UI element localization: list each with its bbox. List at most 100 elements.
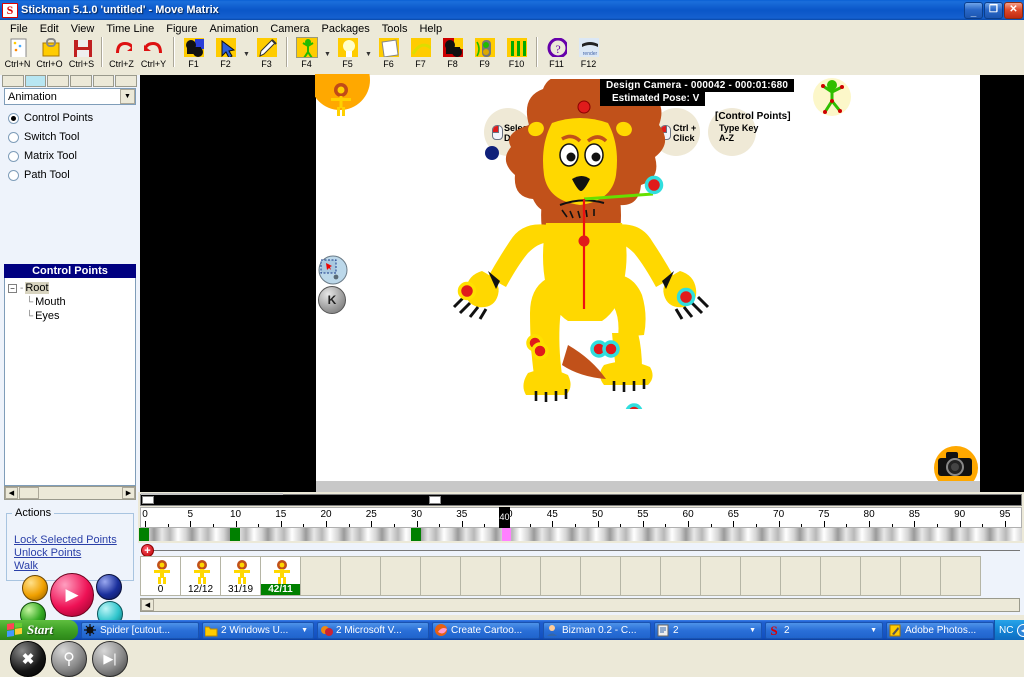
- chevron-down-icon[interactable]: ▼: [298, 627, 311, 634]
- keyframe-cell[interactable]: [620, 556, 661, 596]
- toolbar-button-f3[interactable]: F3: [251, 37, 282, 73]
- toolbar-button-ctrl-n[interactable]: Ctrl+N: [2, 37, 33, 73]
- toolbar-button-f7[interactable]: F7: [405, 37, 436, 73]
- keyframe-cell[interactable]: [700, 556, 741, 596]
- play-button[interactable]: ▶: [50, 573, 94, 617]
- camera-widget-icon[interactable]: [924, 442, 984, 482]
- timeline-keyframe-marker[interactable]: [139, 528, 149, 541]
- toolbar-button-f5[interactable]: F5: [332, 37, 363, 73]
- tool-option-switch-tool[interactable]: Switch Tool: [8, 131, 79, 143]
- zoom-blue-button[interactable]: [96, 574, 122, 600]
- taskbar-item-4[interactable]: Bizman 0.2 - C...: [543, 621, 651, 639]
- tree-node-root[interactable]: − - Root: [8, 281, 135, 295]
- timeline-scrollbar[interactable]: [140, 493, 1022, 506]
- radio-icon[interactable]: [8, 131, 19, 143]
- toolbar-button-ctrl-y[interactable]: Ctrl+Y: [138, 37, 169, 73]
- lion-character[interactable]: [436, 79, 726, 409]
- control-points-tree[interactable]: − - Root └ Mouth └ Eyes: [4, 278, 136, 486]
- canvas-horizontal-scrollbar[interactable]: [316, 481, 980, 492]
- panel-tab-6[interactable]: [115, 75, 138, 87]
- taskbar-item-5[interactable]: 2 ▼: [654, 621, 762, 639]
- menu-item-edit[interactable]: Edit: [34, 21, 65, 37]
- tree-horizontal-scrollbar[interactable]: ◀ ▶: [4, 486, 136, 500]
- toolbar-button-f12[interactable]: render F12: [573, 37, 604, 73]
- keyframe-cell[interactable]: 42/11: [260, 556, 301, 596]
- menu-item-time-line[interactable]: Time Line: [100, 21, 160, 37]
- panel-tab-3[interactable]: [47, 75, 70, 87]
- step-forward-button[interactable]: ▶|: [92, 641, 128, 677]
- chevron-down-icon[interactable]: ▼: [867, 627, 880, 634]
- taskbar-item-1[interactable]: 2 Windows U... ▼: [202, 621, 314, 639]
- restore-button[interactable]: ❐: [984, 1, 1003, 19]
- menu-item-figure[interactable]: Figure: [160, 21, 203, 37]
- taskbar-item-3[interactable]: Create Cartoo...: [432, 621, 540, 639]
- toolbar-button-f1[interactable]: F1: [178, 37, 209, 73]
- keyframe-cell[interactable]: 12/12: [180, 556, 221, 596]
- toolbar-button-ctrl-o[interactable]: Ctrl+O: [34, 37, 65, 73]
- toolbar-button-f9[interactable]: F9: [469, 37, 500, 73]
- keyframe-cell[interactable]: [420, 556, 461, 596]
- start-button[interactable]: Start: [0, 620, 78, 640]
- panel-tab-5[interactable]: [92, 75, 115, 87]
- keyframe-cell[interactable]: 0: [140, 556, 181, 596]
- scroll-thumb[interactable]: [19, 487, 39, 499]
- scroll-left-button[interactable]: ◀: [5, 487, 18, 499]
- taskbar-item-7[interactable]: Adobe Photos...: [886, 621, 994, 639]
- close-button[interactable]: ✕: [1004, 1, 1023, 19]
- taskbar-item-0[interactable]: Spider [cutout...: [81, 621, 199, 639]
- scroll-right-button[interactable]: ▶: [122, 487, 135, 499]
- tree-node-eyes[interactable]: └ Eyes: [8, 309, 135, 323]
- radio-icon[interactable]: [8, 112, 19, 124]
- panel-tab-4[interactable]: [70, 75, 92, 87]
- timeline-ruler[interactable]: 0 5 10 15 20 25 30 35 40 45 50 55 60 65 70 75 80 85 90 95: [140, 507, 1022, 528]
- timeline-scroll-thumb-right[interactable]: [429, 496, 441, 504]
- toolbar-dropdown-arrow-icon[interactable]: ▼: [323, 37, 332, 71]
- toolbar-button-f4[interactable]: F4: [291, 37, 322, 73]
- toolbar-button-f2[interactable]: F2: [210, 37, 241, 73]
- radio-icon[interactable]: [8, 150, 19, 162]
- panel-tabstrip[interactable]: [2, 75, 138, 87]
- keyframe-cell[interactable]: [740, 556, 781, 596]
- keyframe-cell[interactable]: [940, 556, 981, 596]
- tool-option-matrix-tool[interactable]: Matrix Tool: [8, 150, 77, 162]
- bone-delete-button[interactable]: ✖: [10, 641, 46, 677]
- menu-item-help[interactable]: Help: [413, 21, 448, 37]
- language-indicator[interactable]: NC: [999, 625, 1013, 636]
- unlock-points-link[interactable]: Unlock Points: [14, 547, 81, 559]
- toolbar-button-f10[interactable]: F10: [501, 37, 532, 73]
- toolbar-dropdown-arrow-icon[interactable]: ▼: [242, 37, 251, 71]
- menu-item-packages[interactable]: Packages: [315, 21, 375, 37]
- timeline-scroll-thumb-left[interactable]: [142, 496, 154, 504]
- timeline-playhead[interactable]: 40: [499, 507, 511, 528]
- tree-node-mouth[interactable]: └ Mouth: [8, 295, 135, 309]
- timeline-keyframe-marker[interactable]: [410, 528, 421, 541]
- keyframe-cell[interactable]: [380, 556, 421, 596]
- menu-item-tools[interactable]: Tools: [376, 21, 414, 37]
- toolbar-button-ctrl-z[interactable]: Ctrl+Z: [106, 37, 137, 73]
- toolbar-button-f11[interactable]: ? F11: [541, 37, 572, 73]
- toolbar-button-f6[interactable]: F6: [373, 37, 404, 73]
- keyframe-cell[interactable]: [460, 556, 501, 596]
- design-canvas[interactable]: Select + Drag Select Drag Ctrl + Click T…: [315, 74, 980, 482]
- keyframe-cell[interactable]: [780, 556, 821, 596]
- keyframe-cell[interactable]: 31/19: [220, 556, 261, 596]
- keyframe-cell[interactable]: [900, 556, 941, 596]
- toolbar-button-ctrl-s[interactable]: Ctrl+S: [66, 37, 97, 73]
- panel-tab-2-active[interactable]: [24, 75, 47, 87]
- keyframe-list[interactable]: 0 12/12 31/19 42/11: [140, 556, 981, 596]
- chevron-down-icon[interactable]: ▼: [120, 89, 135, 104]
- keyframe-horizontal-scrollbar[interactable]: ◀: [140, 598, 1020, 612]
- radio-icon[interactable]: [8, 169, 19, 181]
- keyframe-cell[interactable]: [820, 556, 861, 596]
- zoom-orange-button[interactable]: [22, 575, 48, 601]
- walk-action-link[interactable]: Walk: [14, 560, 38, 572]
- timeline-key-strip[interactable]: [139, 528, 1022, 541]
- taskbar-item-2[interactable]: 2 Microsoft V... ▼: [317, 621, 429, 639]
- tool-option-path-tool[interactable]: Path Tool: [8, 169, 70, 181]
- minimize-button[interactable]: _: [964, 1, 983, 19]
- lock-selected-points-link[interactable]: Lock Selected Points: [14, 534, 117, 546]
- taskbar-item-6[interactable]: S 2 ▼: [765, 621, 883, 639]
- toolbar-button-f8[interactable]: F8: [437, 37, 468, 73]
- keyframe-cell[interactable]: [580, 556, 621, 596]
- menu-item-view[interactable]: View: [65, 21, 101, 37]
